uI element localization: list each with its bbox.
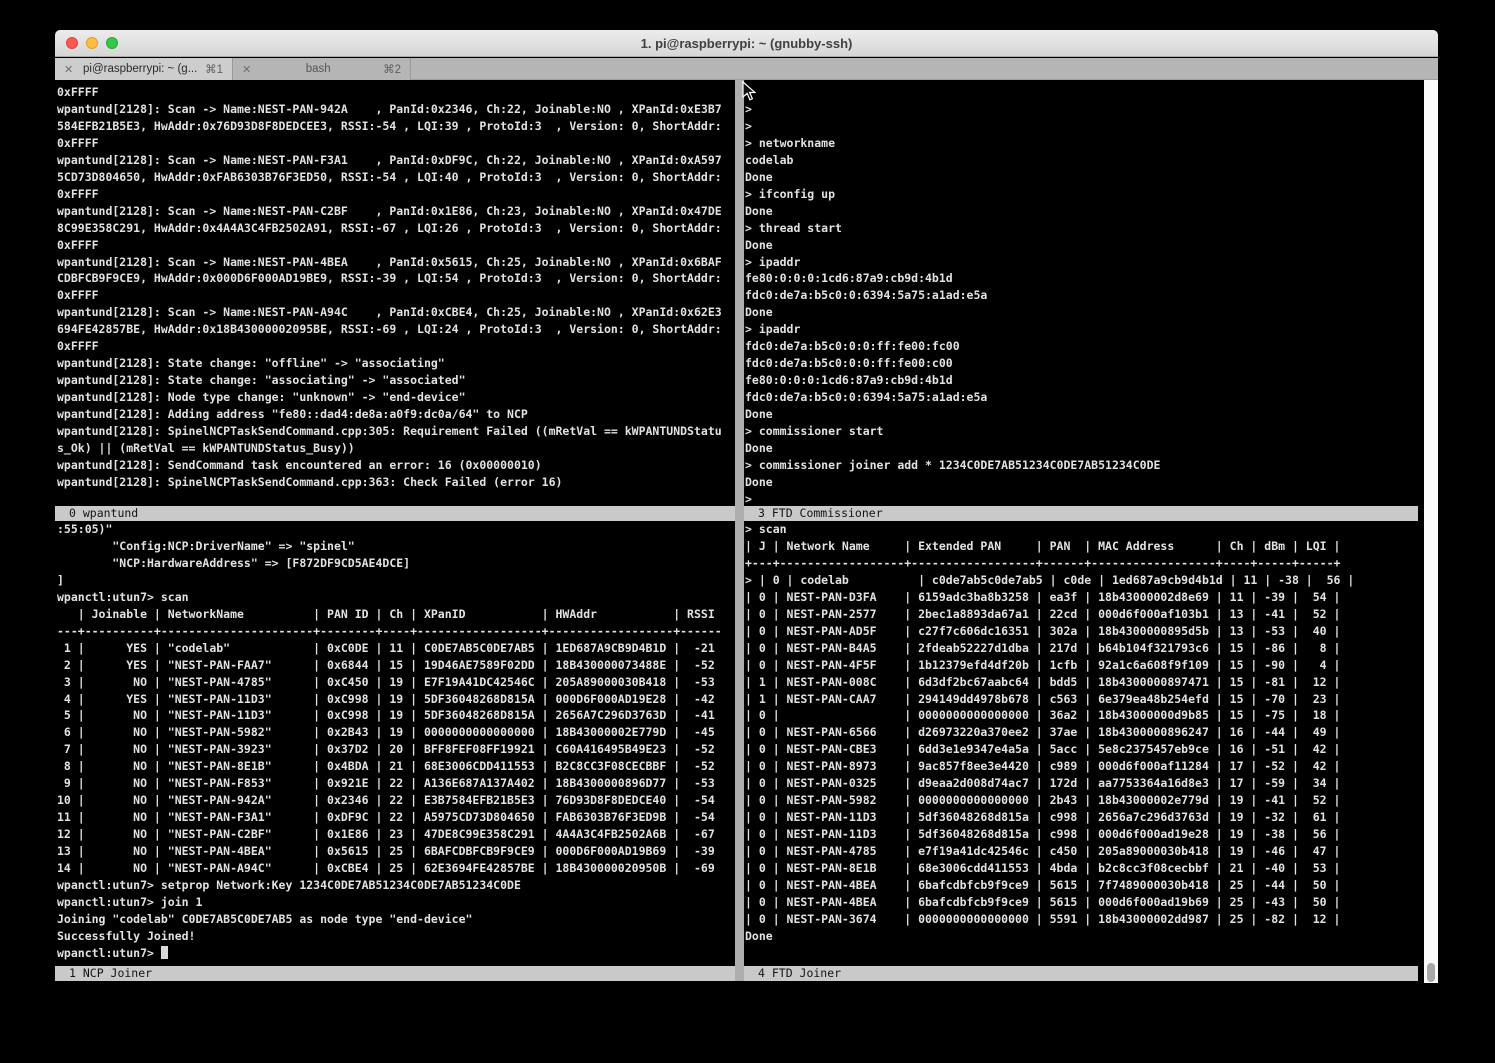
terminal-window: 1. pi@raspberrypi: ~ (gnubby-ssh) ✕ pi@r…	[55, 30, 1438, 1063]
terminal-content: 0xFFFF wpantund[2128]: Scan -> Name:NEST…	[55, 80, 1438, 1063]
window-titlebar[interactable]: 1. pi@raspberrypi: ~ (gnubby-ssh)	[55, 30, 1438, 57]
mouse-cursor	[742, 81, 756, 102]
pane-ftd-commissioner[interactable]: > > > > networkname codelab Done > ifcon…	[745, 84, 1160, 508]
tab-shortcut: ⌘2	[383, 62, 401, 76]
text-cursor	[161, 946, 168, 959]
tab-label: bash	[258, 63, 378, 75]
pane-status-ftd-commissioner: 3 FTD Commissioner	[744, 506, 1418, 521]
pane-wpantund-log[interactable]: 0xFFFF wpantund[2128]: Scan -> Name:NEST…	[57, 84, 722, 491]
scrollbar-track[interactable]	[1424, 80, 1438, 983]
tab-shortcut: ⌘1	[205, 62, 223, 76]
tab-bash[interactable]: ✕ bash ⌘2	[233, 58, 411, 80]
tab-bar: ✕ pi@raspberrypi: ~ (g... ⌘1 ✕ bash ⌘2	[55, 58, 1438, 80]
tab-label: pi@raspberrypi: ~ (g...	[80, 63, 200, 75]
scrollbar-thumb[interactable]	[1427, 963, 1435, 982]
close-tab-icon[interactable]: ✕	[64, 63, 73, 76]
close-tab-icon[interactable]: ✕	[242, 63, 251, 76]
pane-status-ncp-joiner: 1 NCP Joiner	[55, 966, 735, 981]
window-title: 1. pi@raspberrypi: ~ (gnubby-ssh)	[55, 30, 1438, 57]
pane-status-wpantund: 0 wpantund	[55, 506, 735, 521]
pane-divider[interactable]	[735, 80, 744, 981]
shell-prompt: wpanctl:utun7>	[57, 946, 161, 960]
pane-ftd-joiner[interactable]: > scan | J | Network Name | Extended PAN…	[745, 521, 1354, 945]
pane-status-ftd-joiner: 4 FTD Joiner	[744, 966, 1418, 981]
shell-prompt-line[interactable]: wpanctl:utun7>	[57, 945, 168, 962]
pane-ncp-joiner[interactable]: :55:05)" "Config:NCP:DriverName" => "spi…	[57, 521, 722, 945]
tab-ssh-session[interactable]: ✕ pi@raspberrypi: ~ (g... ⌘1	[55, 58, 233, 80]
